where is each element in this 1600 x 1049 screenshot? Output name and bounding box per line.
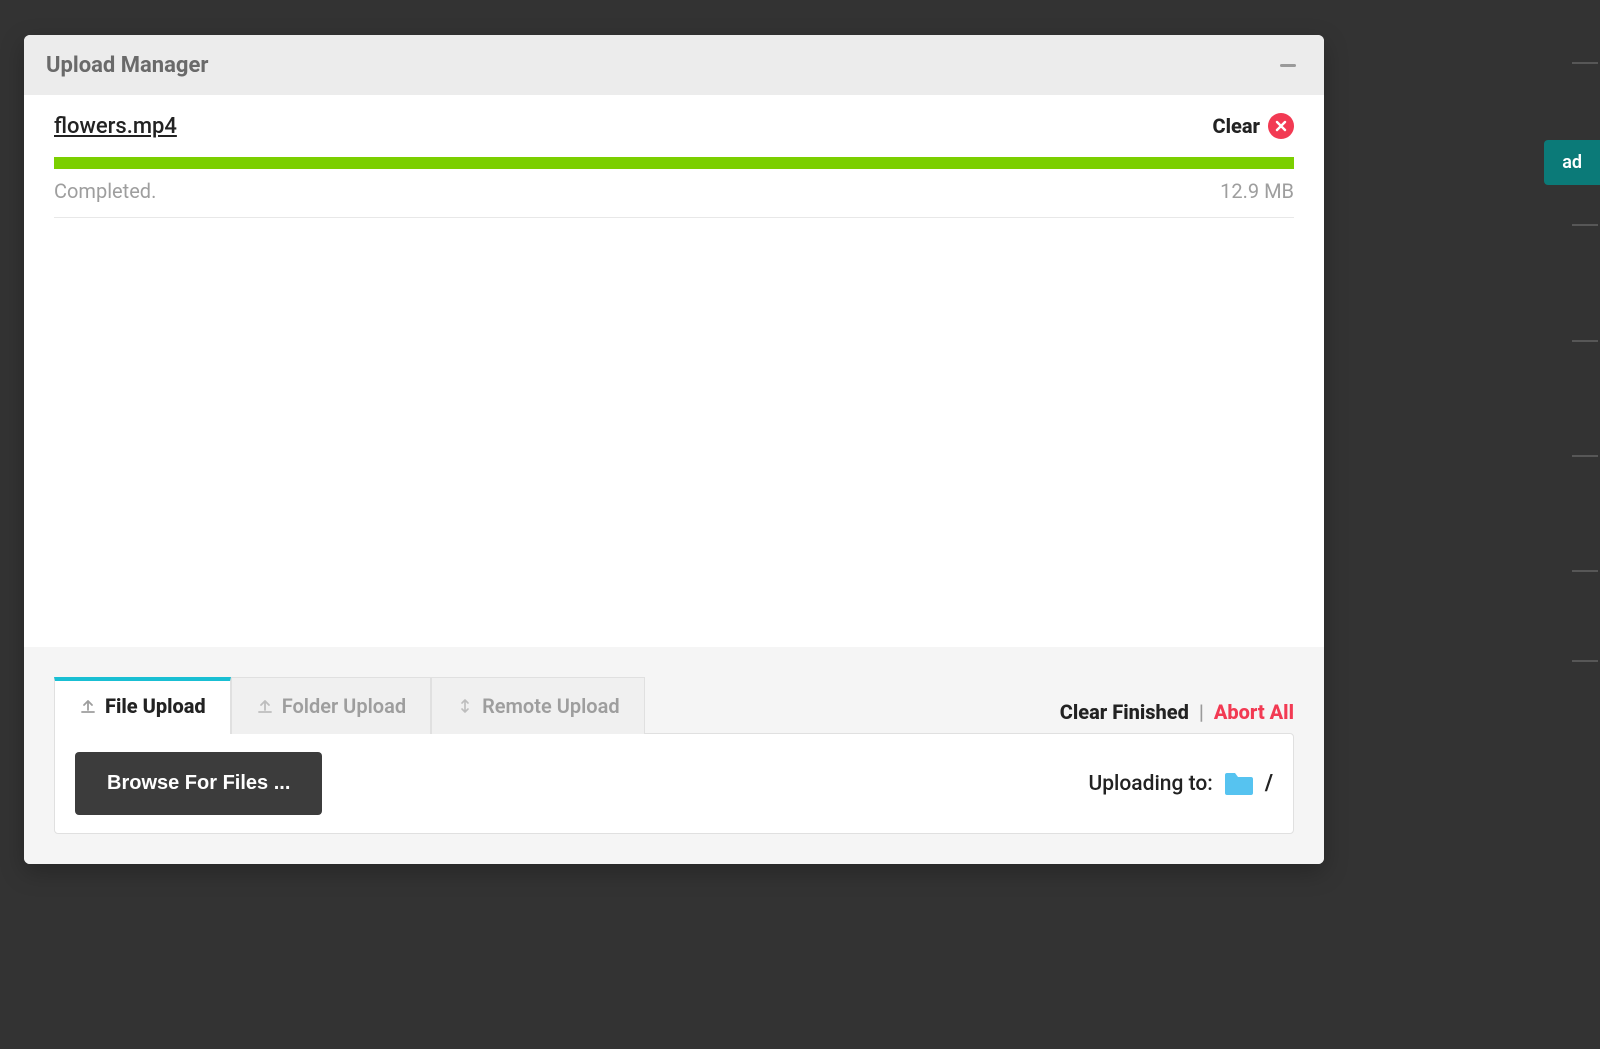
clear-upload-button[interactable] bbox=[1268, 113, 1294, 139]
upload-panel: Browse For Files ... Uploading to: / bbox=[54, 733, 1294, 834]
browse-files-button[interactable]: Browse For Files ... bbox=[75, 752, 322, 815]
footer-top-row: File Upload Folder Upload bbox=[54, 647, 1294, 734]
upload-icon bbox=[79, 697, 97, 715]
upload-file-link[interactable]: flowers.mp4 bbox=[54, 114, 177, 139]
upload-item-header: flowers.mp4 Clear bbox=[54, 113, 1294, 139]
clear-upload-label[interactable]: Clear bbox=[1213, 114, 1260, 138]
upload-item-footer: Completed. 12.9 MB bbox=[54, 179, 1294, 203]
tab-folder-upload-label: Folder Upload bbox=[282, 694, 406, 718]
modal-title: Upload Manager bbox=[46, 53, 208, 78]
background-divider-lines bbox=[1570, 0, 1600, 1049]
upload-tabs: File Upload Folder Upload bbox=[54, 677, 645, 734]
tab-remote-upload-label: Remote Upload bbox=[482, 694, 620, 718]
minimize-button[interactable] bbox=[1274, 51, 1302, 79]
upload-size: 12.9 MB bbox=[1220, 179, 1294, 203]
close-icon bbox=[1274, 119, 1288, 133]
footer-actions: Clear Finished | Abort All bbox=[1060, 700, 1294, 734]
upload-progress-bar bbox=[54, 157, 1294, 169]
clear-upload-group: Clear bbox=[1213, 113, 1294, 139]
transfer-icon bbox=[456, 697, 474, 715]
modal-header: Upload Manager bbox=[24, 35, 1324, 95]
uploading-to-label: Uploading to: bbox=[1088, 772, 1212, 796]
upload-item: flowers.mp4 Clear Completed. 12.9 MB bbox=[54, 113, 1294, 218]
destination-folder-button[interactable] bbox=[1223, 771, 1255, 797]
upload-list: flowers.mp4 Clear Completed. 12.9 MB bbox=[24, 95, 1324, 647]
upload-manager-modal: Upload Manager flowers.mp4 Clear bbox=[24, 35, 1324, 864]
clear-finished-button[interactable]: Clear Finished bbox=[1060, 700, 1189, 724]
tab-folder-upload[interactable]: Folder Upload bbox=[231, 677, 431, 734]
upload-destination: Uploading to: / bbox=[1088, 771, 1273, 797]
abort-all-button[interactable]: Abort All bbox=[1214, 700, 1294, 724]
upload-icon bbox=[256, 697, 274, 715]
tab-remote-upload[interactable]: Remote Upload bbox=[431, 677, 645, 734]
modal-footer: File Upload Folder Upload bbox=[24, 647, 1324, 864]
folder-icon bbox=[1223, 771, 1255, 797]
tab-file-upload-label: File Upload bbox=[105, 694, 206, 718]
upload-status: Completed. bbox=[54, 179, 156, 203]
tab-file-upload[interactable]: File Upload bbox=[54, 677, 231, 734]
minimize-icon bbox=[1278, 55, 1298, 75]
action-divider: | bbox=[1199, 700, 1204, 724]
destination-path: / bbox=[1265, 771, 1273, 796]
